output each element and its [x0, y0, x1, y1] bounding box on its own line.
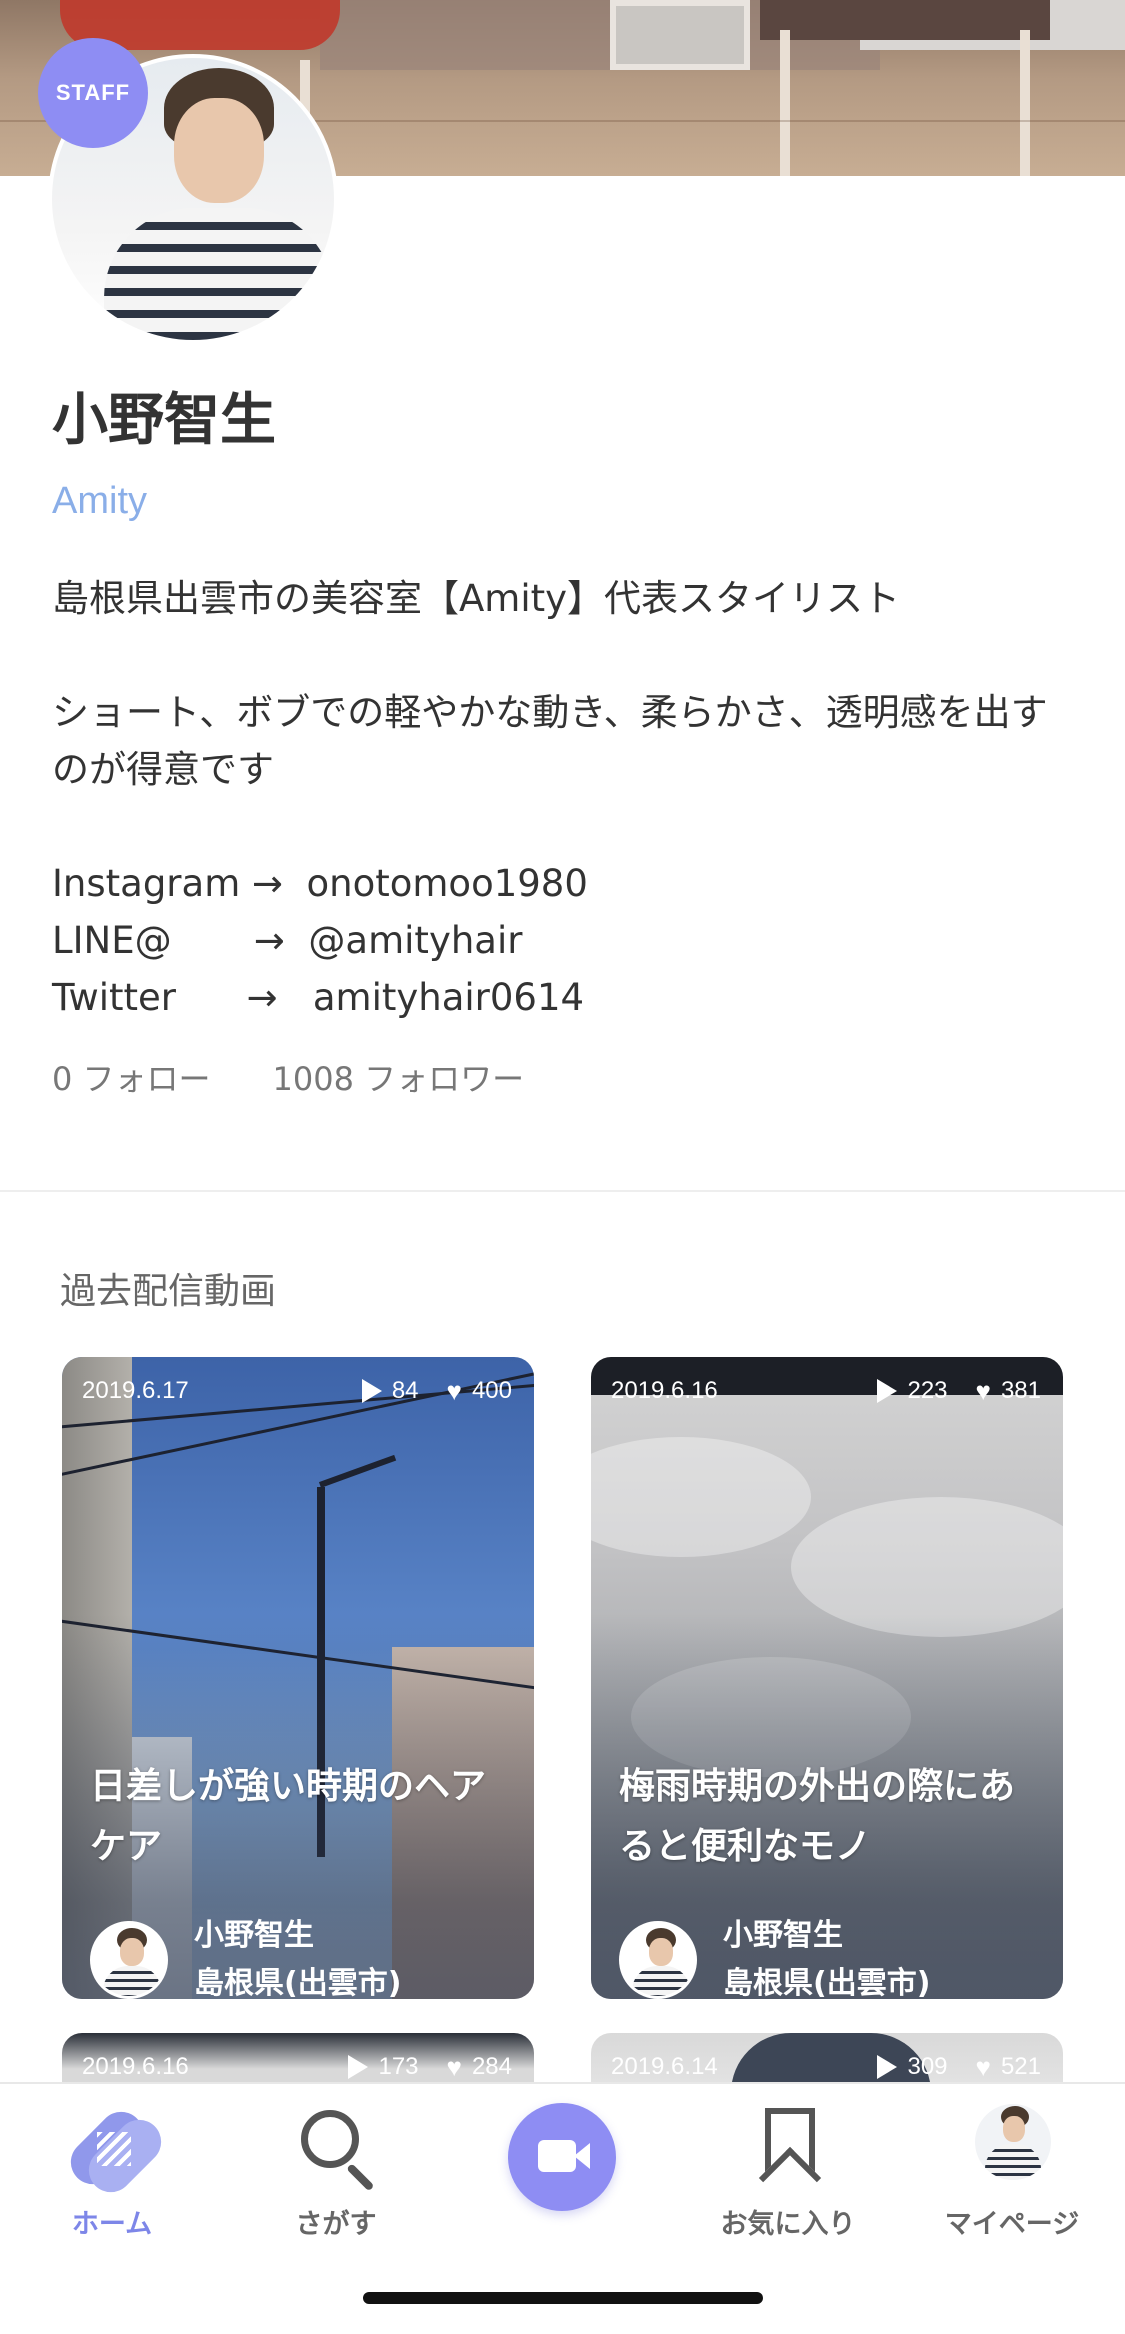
- past-videos-title: 過去配信動画: [60, 1271, 277, 1312]
- nav-mypage[interactable]: マイページ: [912, 2104, 1112, 2241]
- nav-search-label: さがす: [295, 2209, 377, 2240]
- author-location: 島根県(出雲市): [194, 1966, 402, 1999]
- video-title: 梅雨時期の外出の際にあると便利なモノ: [619, 1766, 1016, 1867]
- like-count: 284: [471, 2053, 512, 2080]
- video-title: 日差しが強い時期のヘアケア: [90, 1766, 487, 1867]
- profile-name: 小野智生: [52, 388, 276, 453]
- author-name: 小野智生: [194, 1918, 314, 1953]
- video-author[interactable]: 小野智生 島根県(出雲市): [619, 1912, 930, 1999]
- home-indicator[interactable]: [363, 2292, 763, 2304]
- video-date: 2019.6.17: [82, 1377, 189, 1404]
- author-avatar: [90, 1921, 168, 1999]
- play-icon: [348, 2055, 369, 2079]
- search-icon: [291, 2104, 381, 2194]
- video-date: 2019.6.16: [82, 2053, 189, 2080]
- salon-link[interactable]: Amity: [52, 480, 147, 523]
- bookmark-icon: [743, 2104, 833, 2210]
- follow-stats: 0 フォロー 1008 フォロワー: [52, 1054, 524, 1100]
- like-count: 521: [1000, 2053, 1041, 2080]
- play-icon: [361, 1379, 382, 1403]
- nav-home-label: ホーム: [71, 2209, 153, 2240]
- view-count: 223: [907, 1377, 948, 1404]
- author-location: 島根県(出雲市): [723, 1966, 931, 1999]
- nav-favorites[interactable]: お気に入り: [688, 2104, 888, 2241]
- heart-icon: ♥: [446, 1376, 462, 1406]
- like-count: 381: [1000, 1377, 1041, 1404]
- play-icon: [877, 2055, 898, 2079]
- section-divider: [0, 1190, 1125, 1192]
- start-live-button[interactable]: [508, 2103, 616, 2211]
- avatar-icon: [975, 2104, 1051, 2180]
- author-name: 小野智生: [723, 1918, 843, 1953]
- like-count: 400: [471, 1377, 512, 1404]
- view-count: 173: [378, 2053, 419, 2080]
- view-count: 309: [907, 2053, 948, 2080]
- video-camera-icon: [538, 2140, 576, 2172]
- heart-icon: ♥: [975, 2052, 991, 2082]
- staff-badge: STAFF: [38, 38, 148, 148]
- video-date: 2019.6.14: [611, 2053, 718, 2080]
- video-card[interactable]: 2019.6.17 84 ♥ 400 日差しが強い時期のヘアケア 小野智生 島根県…: [62, 1357, 534, 1999]
- video-date: 2019.6.16: [611, 1377, 718, 1404]
- video-card[interactable]: 2019.6.16 223 ♥ 381 梅雨時期の外出の際にあると便利なモノ 小野…: [591, 1357, 1063, 1999]
- nav-home[interactable]: ホーム: [12, 2102, 212, 2241]
- nav-mypage-label: マイページ: [944, 2209, 1080, 2240]
- video-author[interactable]: 小野智生 島根県(出雲市): [90, 1912, 401, 1999]
- nav-search[interactable]: さがす: [236, 2104, 436, 2241]
- heart-icon: ♥: [446, 2052, 462, 2082]
- author-avatar: [619, 1921, 697, 1999]
- view-count: 84: [391, 1377, 419, 1404]
- play-icon: [877, 1379, 898, 1403]
- heart-icon: ♥: [975, 1376, 991, 1406]
- following-count[interactable]: 0 フォロー: [52, 1054, 211, 1100]
- home-logo-icon: [61, 2102, 171, 2202]
- followers-count[interactable]: 1008 フォロワー: [273, 1054, 525, 1100]
- profile-bio: 島根県出雲市の美容室【Amity】代表スタイリスト ショート、ボブでの軽やかな動…: [52, 577, 1048, 1019]
